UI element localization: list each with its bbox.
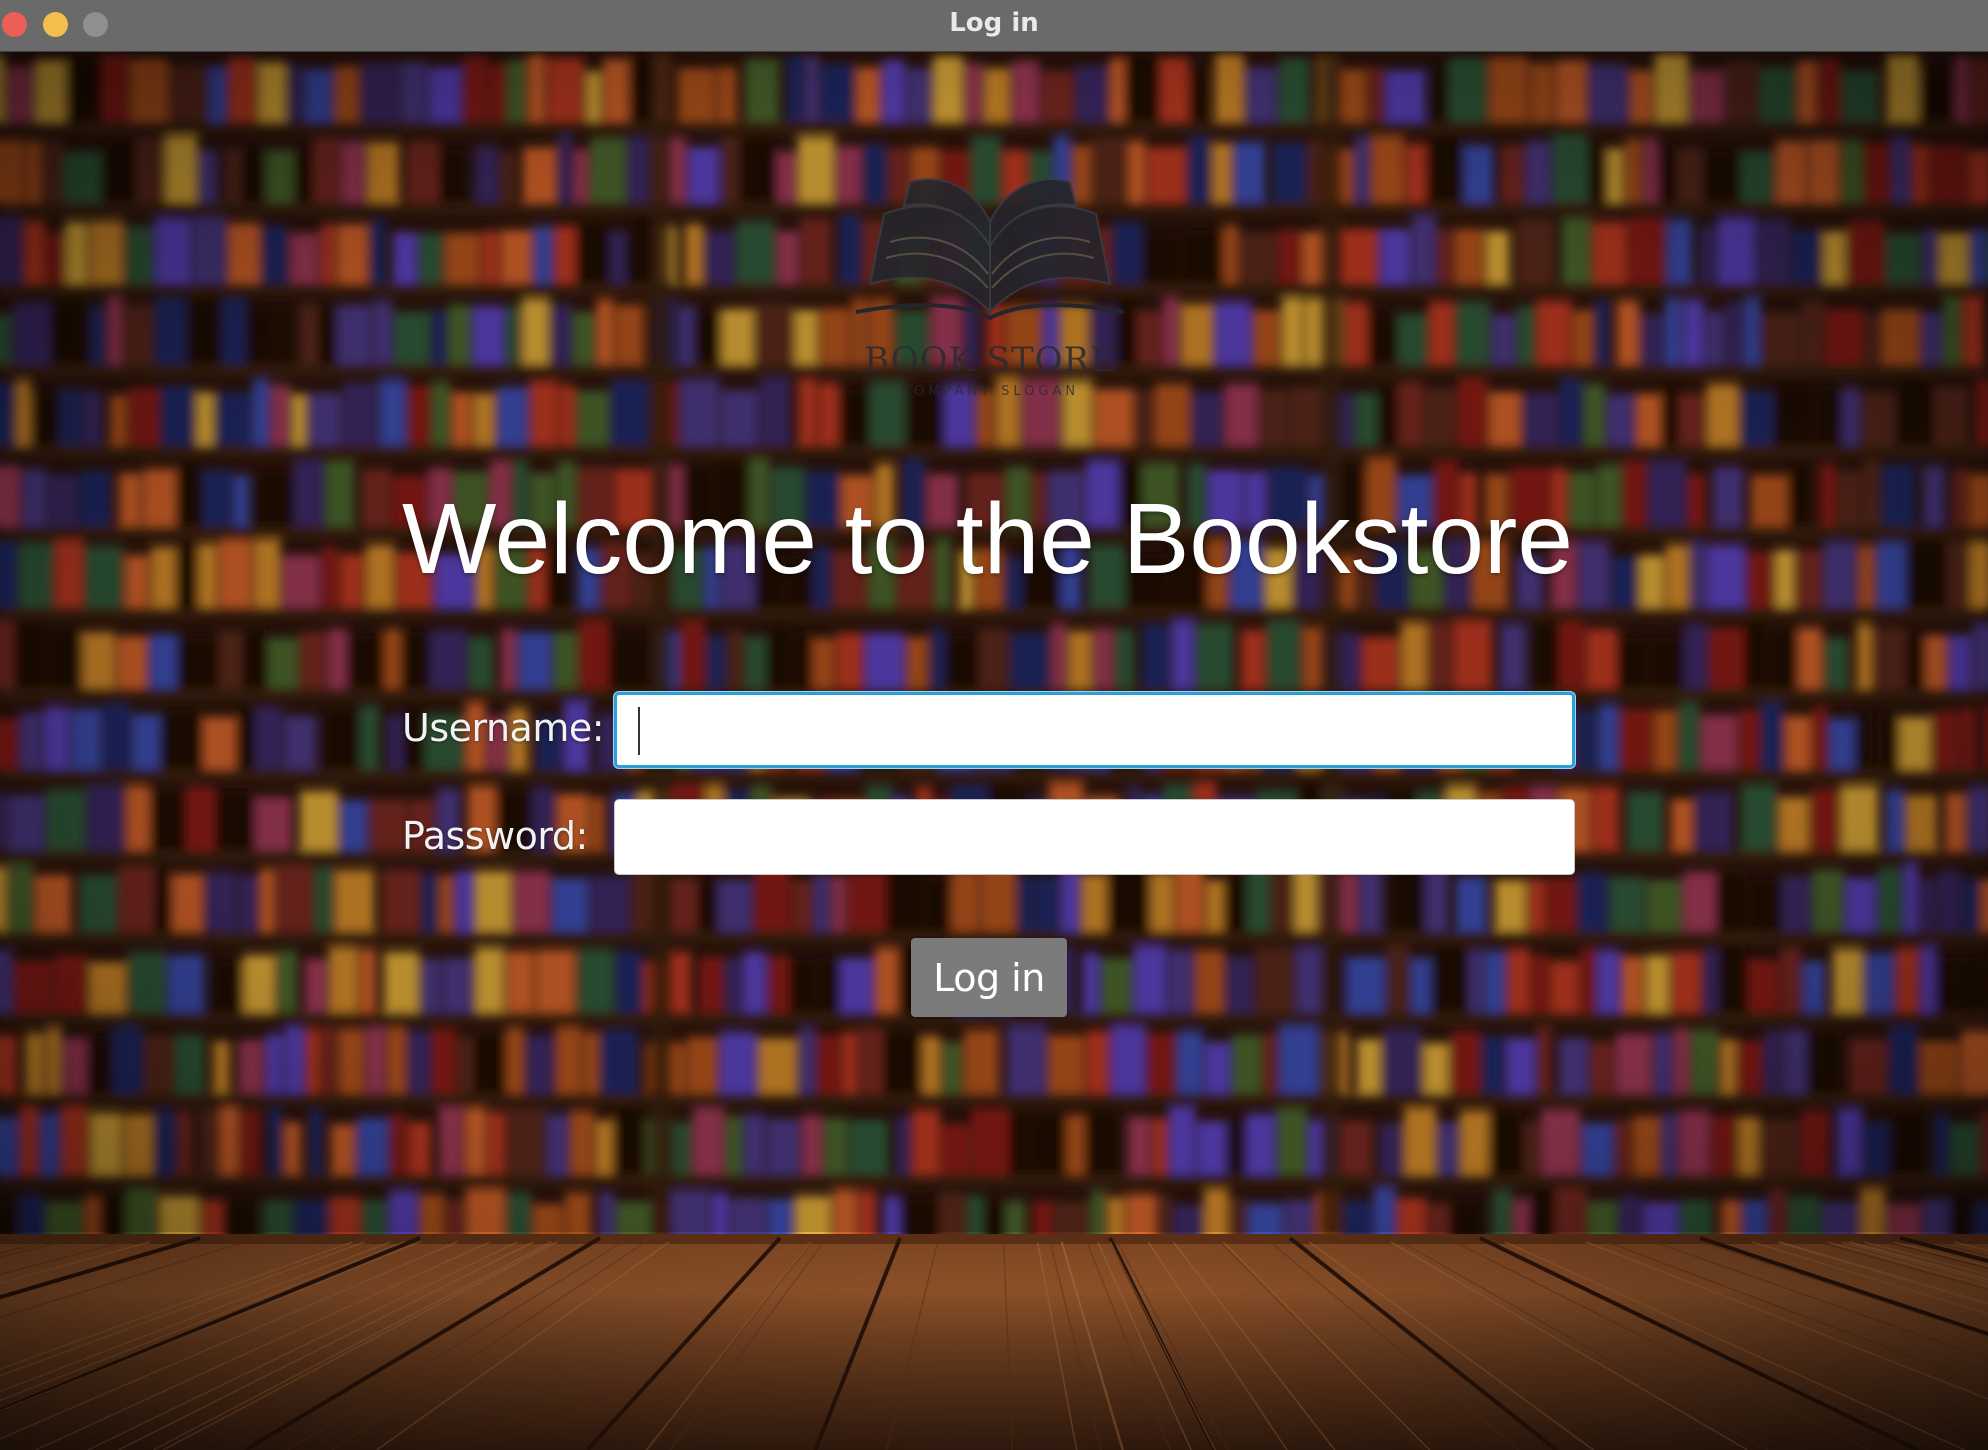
password-input[interactable] [614,799,1575,875]
username-label: Username: [402,706,605,750]
window-title: Log in [949,8,1039,38]
password-label: Password: [402,814,588,858]
text-cursor [638,707,640,755]
login-view: BOOK STORE COMPANY SLOGAN Welcome to the… [0,52,1988,1450]
username-input[interactable] [614,692,1575,768]
login-button[interactable]: Log in [911,938,1067,1017]
title-bar: Log in [0,0,1988,52]
bookstore-logo: BOOK STORE COMPANY SLOGAN [850,162,1130,402]
logo-title: BOOK STORE [864,340,1116,380]
login-window: Log in BOOK STORE COMPANY SLOGAN Welcome… [0,0,1988,1450]
welcome-heading: Welcome to the Bookstore [402,483,1573,595]
logo-slogan: COMPANY SLOGAN [900,384,1080,399]
open-book-icon [855,178,1125,321]
